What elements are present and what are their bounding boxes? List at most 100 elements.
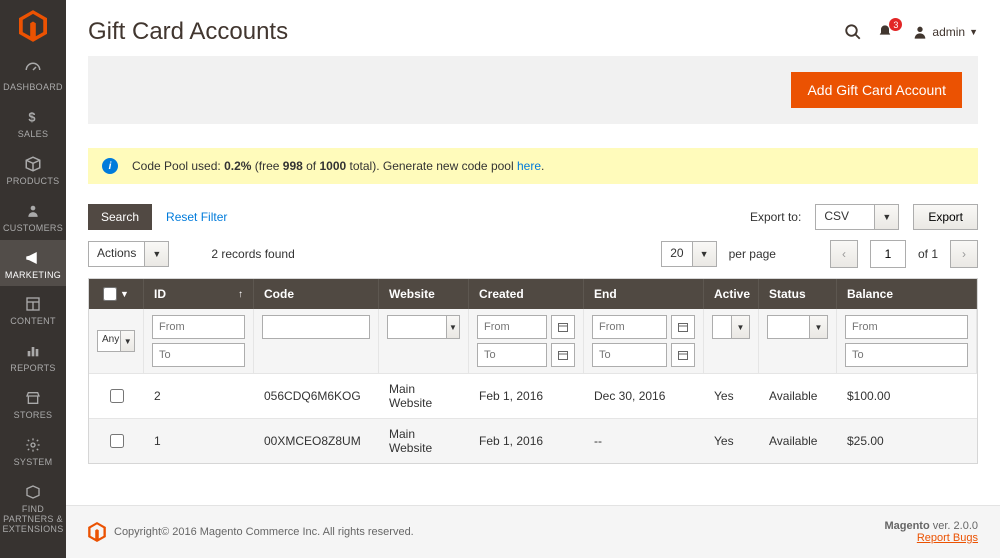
col-status[interactable]: Status bbox=[759, 279, 837, 309]
nav-marketing[interactable]: MARKETING bbox=[0, 240, 66, 287]
col-code[interactable]: Code bbox=[254, 279, 379, 309]
add-gift-card-button[interactable]: Add Gift Card Account bbox=[791, 72, 962, 108]
row-website: Main Website bbox=[379, 374, 469, 418]
megaphone-icon bbox=[2, 248, 64, 268]
layout-icon bbox=[2, 294, 64, 314]
filter-end-to[interactable] bbox=[592, 343, 667, 367]
col-website[interactable]: Website bbox=[379, 279, 469, 309]
magento-logo-small bbox=[88, 522, 106, 542]
main-content: Gift Card Accounts 3 admin ▼ Add Gift Car… bbox=[66, 0, 1000, 558]
store-icon bbox=[2, 388, 64, 408]
table-row[interactable]: 2 056CDQ6M6KOG Main Website Feb 1, 2016 … bbox=[89, 373, 977, 418]
filter-created-to[interactable] bbox=[477, 343, 547, 367]
chevron-down-icon[interactable]: ▼ bbox=[120, 289, 129, 299]
magento-logo[interactable] bbox=[0, 0, 66, 52]
user-name: admin bbox=[932, 25, 965, 39]
page-header: Gift Card Accounts 3 admin ▼ bbox=[66, 0, 1000, 56]
nav-label: SYSTEM bbox=[2, 458, 64, 468]
col-balance[interactable]: Balance bbox=[837, 279, 977, 309]
calendar-icon[interactable] bbox=[671, 315, 695, 339]
col-created[interactable]: Created bbox=[469, 279, 584, 309]
col-id[interactable]: ID↑ bbox=[144, 279, 254, 309]
filter-status[interactable]: ▼ bbox=[767, 315, 828, 339]
user-menu[interactable]: admin ▼ bbox=[912, 24, 978, 40]
prev-page-button[interactable]: ‹ bbox=[830, 240, 858, 268]
user-icon bbox=[912, 24, 928, 40]
page-size-select[interactable]: 20▼ bbox=[661, 241, 716, 267]
nav-customers[interactable]: CUSTOMERS bbox=[0, 193, 66, 240]
notice-text: Code Pool used: 0.2% (free 998 of 1000 t… bbox=[132, 159, 544, 173]
filter-any-select[interactable]: Any▼ bbox=[97, 330, 135, 352]
of-pages: of 1 bbox=[918, 247, 938, 261]
notifications-icon[interactable]: 3 bbox=[872, 23, 898, 41]
export-format-select[interactable]: CSV▼ bbox=[815, 204, 899, 230]
report-bugs-link[interactable]: Report Bugs bbox=[917, 532, 978, 544]
grid-header: ▼ ID↑ Code Website Created End Active St… bbox=[89, 279, 977, 309]
grid-filters: Any▼ ▼ ▼ ▼ bbox=[89, 309, 977, 373]
actions-select[interactable]: Actions▼ bbox=[88, 241, 169, 267]
calendar-icon[interactable] bbox=[551, 343, 575, 367]
row-code: 00XMCEO8Z8UM bbox=[254, 419, 379, 463]
nav-label: FIND PARTNERS & EXTENSIONS bbox=[2, 505, 64, 535]
filter-id-from[interactable] bbox=[152, 315, 245, 339]
row-created: Feb 1, 2016 bbox=[469, 374, 584, 418]
row-balance: $25.00 bbox=[837, 419, 977, 463]
nav-reports[interactable]: REPORTS bbox=[0, 333, 66, 380]
grid-toolbar-2: Actions▼ 2 records found 20▼ per page ‹ … bbox=[88, 240, 978, 268]
filter-end-from[interactable] bbox=[592, 315, 667, 339]
dollar-icon: $ bbox=[2, 107, 64, 127]
select-all-checkbox[interactable] bbox=[103, 287, 117, 301]
admin-sidebar: DASHBOARD $ SALES PRODUCTS CUSTOMERS MARK… bbox=[0, 0, 66, 558]
row-status: Available bbox=[759, 374, 837, 418]
calendar-icon[interactable] bbox=[671, 343, 695, 367]
filter-created-from[interactable] bbox=[477, 315, 547, 339]
row-active: Yes bbox=[704, 419, 759, 463]
search-button[interactable]: Search bbox=[88, 204, 152, 230]
row-id: 1 bbox=[144, 419, 254, 463]
export-button[interactable]: Export bbox=[913, 204, 978, 230]
table-row[interactable]: 1 00XMCEO8Z8UM Main Website Feb 1, 2016 … bbox=[89, 418, 977, 463]
row-created: Feb 1, 2016 bbox=[469, 419, 584, 463]
notification-badge: 3 bbox=[889, 18, 902, 31]
search-icon[interactable] bbox=[840, 23, 866, 41]
calendar-icon[interactable] bbox=[551, 315, 575, 339]
col-end[interactable]: End bbox=[584, 279, 704, 309]
chevron-down-icon: ▼ bbox=[969, 27, 978, 37]
filter-code[interactable] bbox=[262, 315, 370, 339]
records-found: 2 records found bbox=[211, 247, 294, 261]
nav-label: REPORTS bbox=[2, 364, 64, 374]
row-active: Yes bbox=[704, 374, 759, 418]
filter-balance-to[interactable] bbox=[845, 343, 968, 367]
page-footer: Copyright© 2016 Magento Commerce Inc. Al… bbox=[66, 505, 1000, 558]
filter-balance-from[interactable] bbox=[845, 315, 968, 339]
nav-dashboard[interactable]: DASHBOARD bbox=[0, 52, 66, 99]
chevron-down-icon: ▼ bbox=[882, 212, 891, 222]
nav-system[interactable]: SYSTEM bbox=[0, 427, 66, 474]
nav-products[interactable]: PRODUCTS bbox=[0, 146, 66, 193]
info-icon: i bbox=[102, 158, 118, 174]
reset-filter-link[interactable]: Reset Filter bbox=[166, 210, 227, 224]
page-title: Gift Card Accounts bbox=[88, 18, 834, 46]
generate-pool-link[interactable]: here bbox=[517, 159, 541, 173]
nav-label: SALES bbox=[2, 130, 64, 140]
nav-sales[interactable]: $ SALES bbox=[0, 99, 66, 146]
filter-id-to[interactable] bbox=[152, 343, 245, 367]
nav-content[interactable]: CONTENT bbox=[0, 286, 66, 333]
nav-stores[interactable]: STORES bbox=[0, 380, 66, 427]
copyright: Copyright© 2016 Magento Commerce Inc. Al… bbox=[114, 526, 414, 538]
row-checkbox[interactable] bbox=[110, 434, 124, 448]
row-checkbox[interactable] bbox=[110, 389, 124, 403]
product-name: Magento bbox=[884, 520, 929, 532]
filter-website[interactable]: ▼ bbox=[387, 315, 460, 339]
nav-partners[interactable]: FIND PARTNERS & EXTENSIONS bbox=[0, 474, 66, 541]
page-input[interactable] bbox=[870, 240, 906, 268]
nav-label: CUSTOMERS bbox=[2, 224, 64, 234]
next-page-button[interactable]: › bbox=[950, 240, 978, 268]
nav-label: STORES bbox=[2, 411, 64, 421]
filter-active[interactable]: ▼ bbox=[712, 315, 750, 339]
code-pool-notice: i Code Pool used: 0.2% (free 998 of 1000… bbox=[88, 148, 978, 184]
nav-label: MARKETING bbox=[2, 271, 64, 281]
col-active[interactable]: Active bbox=[704, 279, 759, 309]
nav-label: CONTENT bbox=[2, 317, 64, 327]
person-icon bbox=[2, 201, 64, 221]
